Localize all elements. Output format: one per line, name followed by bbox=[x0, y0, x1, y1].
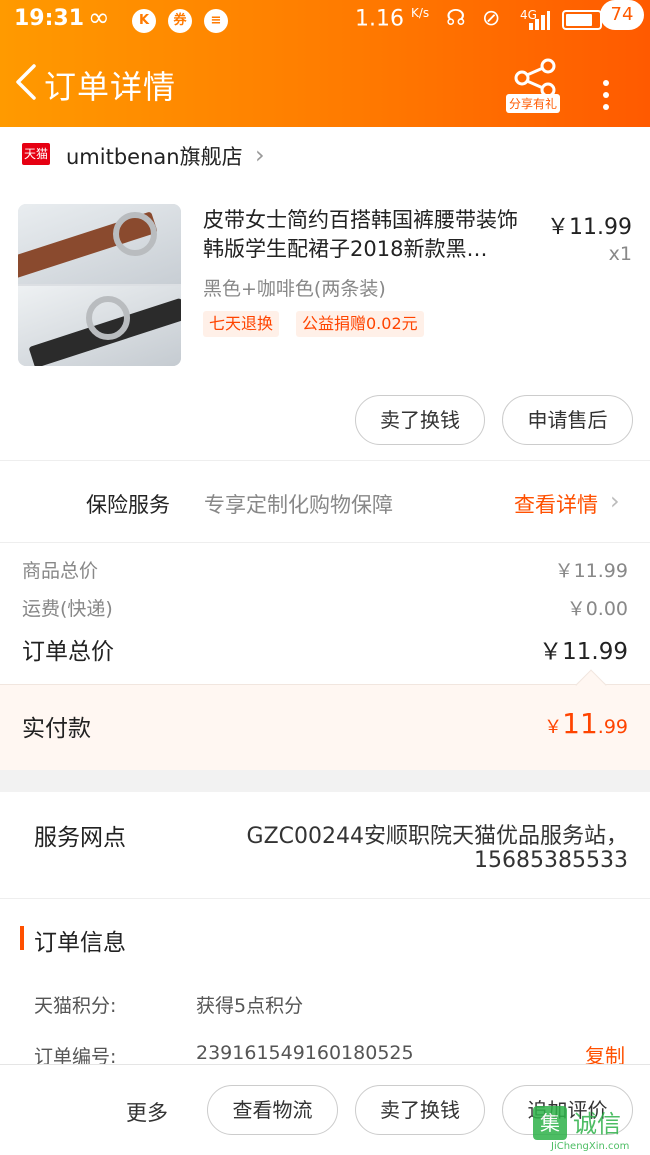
shipping-row: 运费(快递) ￥0.00 bbox=[22, 594, 628, 621]
shipping-value: ￥0.00 bbox=[566, 598, 628, 620]
headset-icon: ☊ bbox=[446, 6, 466, 31]
share-gift-label: 分享有礼 bbox=[506, 94, 561, 113]
tmall-logo: 天猫 bbox=[22, 143, 50, 165]
goods-total-label: 商品总价 bbox=[22, 560, 99, 582]
resell-button[interactable]: 卖了换钱 bbox=[355, 395, 485, 445]
price-summary: 商品总价 ￥11.99 运费(快递) ￥0.00 订单总价 ￥11.99 bbox=[0, 542, 650, 684]
after-sales-button[interactable]: 申请售后 bbox=[502, 395, 633, 445]
infinity-icon: ∞ bbox=[88, 3, 110, 33]
insurance-row[interactable]: 保险服务 专享定制化购物保障 查看详情 › bbox=[0, 460, 650, 542]
shop-name[interactable]: umitbenan旗舰店 bbox=[66, 141, 243, 171]
more-options-icon[interactable] bbox=[599, 76, 613, 120]
shipping-label: 运费(快递) bbox=[22, 598, 113, 620]
points-label: 天猫积分: bbox=[34, 995, 117, 1017]
actual-payment-row: 实付款 ￥11.99 bbox=[0, 669, 650, 770]
product-title[interactable]: 皮带女士简约百搭韩国裤腰带装饰韩版学生配裙子2018新款黑… bbox=[203, 206, 538, 264]
section-accent-bar bbox=[20, 926, 24, 950]
insurance-desc: 专享定制化购物保障 bbox=[204, 493, 393, 517]
resell-button[interactable]: 卖了换钱 bbox=[355, 1085, 485, 1135]
return-policy-tag: 七天退换 bbox=[203, 311, 280, 337]
charity-tag: 公益捐赠0.02元 bbox=[296, 311, 424, 337]
order-info-heading: 订单信息 bbox=[34, 930, 126, 956]
battery-icon bbox=[562, 10, 606, 30]
order-total-row: 订单总价 ￥11.99 bbox=[22, 632, 628, 666]
chat-icon: ≡ bbox=[204, 9, 228, 33]
chevron-right-icon[interactable]: › bbox=[255, 141, 265, 169]
back-arrow-icon[interactable] bbox=[12, 62, 42, 102]
goods-total-value: ￥11.99 bbox=[554, 560, 628, 582]
service-point-label: 服务网点 bbox=[34, 825, 126, 851]
product-quantity: x1 bbox=[608, 243, 632, 265]
product-sku: 黑色+咖啡色(两条装) bbox=[203, 278, 386, 300]
order-info-section: 订单信息 天猫积分: 获得5点积分 订单编号: 2391615491601805… bbox=[0, 898, 650, 1073]
insurance-label: 保险服务 bbox=[86, 493, 170, 517]
product-thumbnail[interactable] bbox=[18, 204, 181, 366]
order-number-value: 239161549160180525 bbox=[196, 1042, 414, 1064]
chevron-right-icon: › bbox=[610, 487, 620, 515]
view-details-link[interactable]: 查看详情 bbox=[514, 489, 598, 519]
coupon-icon: 券 bbox=[168, 9, 192, 33]
actual-payment-label: 实付款 bbox=[22, 716, 91, 742]
order-item-card: 天猫 umitbenan旗舰店 › 皮带女士简约百搭韩国裤腰带装饰韩版学生配裙子… bbox=[0, 127, 650, 460]
share-gift-button[interactable]: 分享有礼 bbox=[506, 54, 568, 114]
product-price: ￥11.99 bbox=[547, 215, 632, 240]
status-bar: 19:31 ∞ K 券 ≡ 1.16 K/s ☊ ⊘ 4G 71 bbox=[0, 0, 650, 42]
service-point-row: 服务网点 GZC00244安顺职院天猫优品服务站， 15685385533 bbox=[0, 792, 650, 898]
view-logistics-button[interactable]: 查看物流 bbox=[207, 1085, 338, 1135]
service-point-phone[interactable]: 15685385533 bbox=[474, 848, 628, 873]
signal-icon bbox=[529, 11, 550, 30]
more-button[interactable]: 更多 bbox=[126, 1097, 168, 1127]
actual-payment-value: ￥11.99 bbox=[544, 707, 628, 740]
order-total-value: ￥11.99 bbox=[539, 639, 628, 665]
k-icon: K bbox=[132, 9, 156, 33]
watermark-logo: 集 诚信 JiChengXin.com bbox=[531, 1104, 649, 1152]
page-title: 订单详情 bbox=[44, 68, 177, 106]
app-header: 19:31 ∞ K 券 ≡ 1.16 K/s ☊ ⊘ 4G 71 订单详情 bbox=[0, 0, 650, 127]
nav-bar: 订单详情 分享有礼 bbox=[0, 48, 650, 123]
status-time: 19:31 bbox=[14, 6, 85, 31]
network-speed: 1.16 K/s bbox=[355, 6, 430, 32]
service-point-name: GZC00244安顺职院天猫优品服务站， bbox=[246, 824, 628, 849]
mute-icon: ⊘ bbox=[482, 6, 501, 31]
order-total-label: 订单总价 bbox=[22, 639, 114, 665]
goods-total-row: 商品总价 ￥11.99 bbox=[22, 556, 628, 583]
points-value: 获得5点积分 bbox=[196, 995, 304, 1017]
message-count-badge: 74 bbox=[600, 0, 644, 30]
share-icon bbox=[514, 58, 556, 98]
